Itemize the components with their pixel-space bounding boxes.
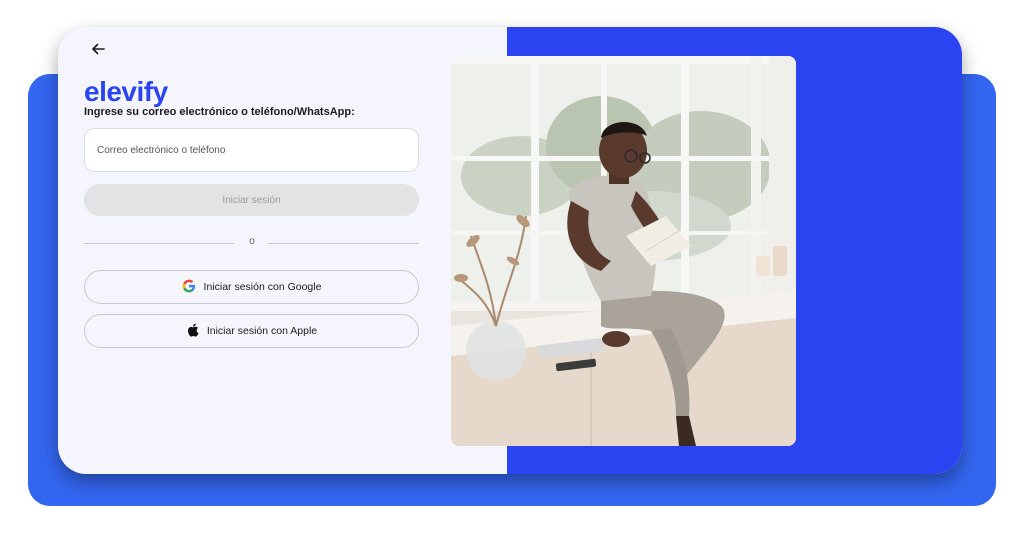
divider-left xyxy=(84,243,234,244)
back-arrow-icon[interactable] xyxy=(88,39,108,59)
apple-icon xyxy=(186,323,199,340)
divider-right xyxy=(268,243,419,244)
apple-login-label: Iniciar sesión con Apple xyxy=(206,325,318,337)
login-card: elevify Ingrese su correo electrónico o … xyxy=(58,27,962,474)
hero-photo xyxy=(451,56,796,446)
google-icon xyxy=(182,279,196,296)
email-or-phone-input[interactable] xyxy=(84,128,419,172)
login-button[interactable]: Iniciar sesión xyxy=(84,184,419,216)
apple-login-button[interactable]: Iniciar sesión con Apple xyxy=(84,314,419,348)
google-login-label: Iniciar sesión con Google xyxy=(203,281,322,293)
email-prompt-label: Ingrese su correo electrónico o teléfono… xyxy=(84,106,355,118)
google-login-button[interactable]: Iniciar sesión con Google xyxy=(84,270,419,304)
divider-or-text: o xyxy=(249,236,255,247)
logo-text: elevify xyxy=(84,76,169,107)
